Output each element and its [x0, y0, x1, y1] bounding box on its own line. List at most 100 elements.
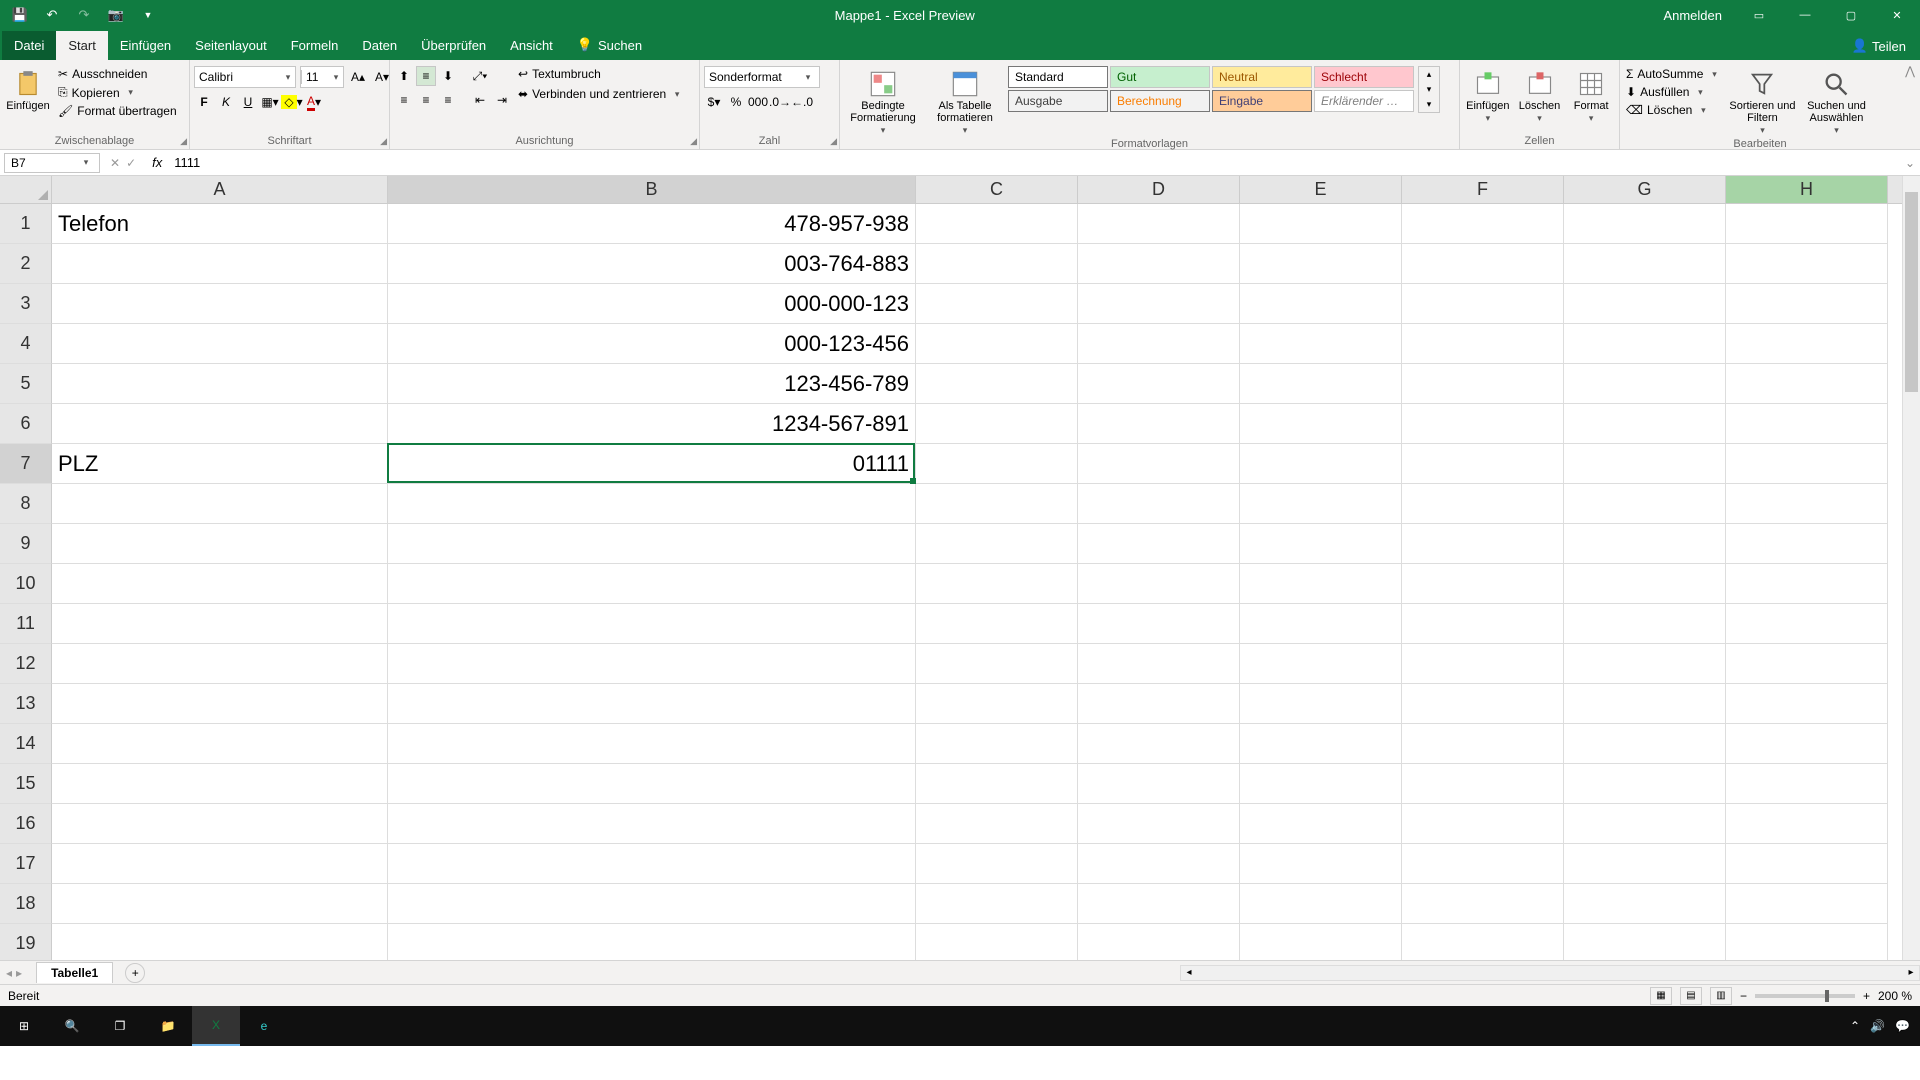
cell-G18[interactable] — [1564, 884, 1726, 924]
select-all-button[interactable] — [0, 176, 52, 204]
format-cells-button[interactable]: Format▾ — [1567, 66, 1615, 124]
cell-D18[interactable] — [1078, 884, 1240, 924]
cell-H3[interactable] — [1726, 284, 1888, 324]
cell-A4[interactable] — [52, 324, 388, 364]
cell-C6[interactable] — [916, 404, 1078, 444]
cell-F12[interactable] — [1402, 644, 1564, 684]
row-header-9[interactable]: 9 — [0, 524, 52, 564]
font-launcher[interactable]: ◢ — [380, 136, 387, 147]
underline-button[interactable]: U — [238, 92, 258, 112]
row-header-17[interactable]: 17 — [0, 844, 52, 884]
taskbar-explorer[interactable]: 📁 — [144, 1006, 192, 1046]
cell-C13[interactable] — [916, 684, 1078, 724]
cell-E1[interactable] — [1240, 204, 1402, 244]
row-header-7[interactable]: 7 — [0, 444, 52, 484]
cell-H10[interactable] — [1726, 564, 1888, 604]
cell-style-eingabe[interactable]: Eingabe — [1212, 90, 1312, 112]
number-launcher[interactable]: ◢ — [830, 136, 837, 147]
cell-G11[interactable] — [1564, 604, 1726, 644]
page-layout-view-button[interactable]: ▤ — [1680, 987, 1702, 1005]
cell-G2[interactable] — [1564, 244, 1726, 284]
fill-button[interactable]: ⬇Ausfüllen▾ — [1624, 84, 1723, 100]
cell-B1[interactable]: 478-957-938 — [388, 204, 916, 244]
cell-E9[interactable] — [1240, 524, 1402, 564]
cell-E19[interactable] — [1240, 924, 1402, 960]
cell-C12[interactable] — [916, 644, 1078, 684]
number-format-combo[interactable]: Sonderformat▾ — [704, 66, 820, 88]
cell-B4[interactable]: 000-123-456 — [388, 324, 916, 364]
cell-B11[interactable] — [388, 604, 916, 644]
cell-A6[interactable] — [52, 404, 388, 444]
horizontal-scrollbar[interactable]: ◂▸ — [1180, 965, 1920, 981]
cell-A15[interactable] — [52, 764, 388, 804]
cell-D7[interactable] — [1078, 444, 1240, 484]
cell-D17[interactable] — [1078, 844, 1240, 884]
col-header-C[interactable]: C — [916, 176, 1078, 203]
cell-C17[interactable] — [916, 844, 1078, 884]
cell-D3[interactable] — [1078, 284, 1240, 324]
cell-H18[interactable] — [1726, 884, 1888, 924]
cell-E11[interactable] — [1240, 604, 1402, 644]
cell-styles-gallery[interactable]: StandardGutNeutralSchlechtAusgabeBerechn… — [1008, 66, 1414, 112]
cell-E3[interactable] — [1240, 284, 1402, 324]
cell-G13[interactable] — [1564, 684, 1726, 724]
cell-F15[interactable] — [1402, 764, 1564, 804]
qat-undo[interactable]: ↶ — [40, 3, 64, 27]
cell-H1[interactable] — [1726, 204, 1888, 244]
cell-E10[interactable] — [1240, 564, 1402, 604]
cell-G9[interactable] — [1564, 524, 1726, 564]
cell-G12[interactable] — [1564, 644, 1726, 684]
cell-E16[interactable] — [1240, 804, 1402, 844]
vertical-scrollbar[interactable] — [1902, 176, 1920, 960]
cell-D5[interactable] — [1078, 364, 1240, 404]
enter-formula-button[interactable]: ✓ — [126, 156, 136, 170]
align-right-button[interactable]: ≡ — [438, 90, 458, 110]
cell-B16[interactable] — [388, 804, 916, 844]
cell-E8[interactable] — [1240, 484, 1402, 524]
cell-A1[interactable]: Telefon — [52, 204, 388, 244]
cell-D12[interactable] — [1078, 644, 1240, 684]
tray-action-center-icon[interactable]: 💬 — [1895, 1019, 1910, 1033]
qat-redo[interactable]: ↷ — [72, 3, 96, 27]
taskbar-search[interactable]: 🔍 — [48, 1006, 96, 1046]
cell-B15[interactable] — [388, 764, 916, 804]
tab-einfuegen[interactable]: Einfügen — [108, 31, 183, 60]
paste-button[interactable]: Einfügen — [4, 66, 52, 112]
cell-H12[interactable] — [1726, 644, 1888, 684]
cell-G1[interactable] — [1564, 204, 1726, 244]
cell-B14[interactable] — [388, 724, 916, 764]
cell-D16[interactable] — [1078, 804, 1240, 844]
cell-D6[interactable] — [1078, 404, 1240, 444]
signin-link[interactable]: Anmelden — [1649, 8, 1736, 23]
cell-A12[interactable] — [52, 644, 388, 684]
cell-A10[interactable] — [52, 564, 388, 604]
sheet-tab[interactable]: Tabelle1 — [36, 962, 113, 983]
cell-A14[interactable] — [52, 724, 388, 764]
row-header-1[interactable]: 1 — [0, 204, 52, 244]
cell-B10[interactable] — [388, 564, 916, 604]
cell-A2[interactable] — [52, 244, 388, 284]
qat-camera[interactable]: 📷 — [104, 3, 128, 27]
autosum-button[interactable]: ΣAutoSumme▾ — [1624, 66, 1723, 82]
cell-E17[interactable] — [1240, 844, 1402, 884]
taskbar-excel[interactable]: X — [192, 1006, 240, 1046]
taskbar-taskview[interactable]: ❐ — [96, 1006, 144, 1046]
align-center-button[interactable]: ≡ — [416, 90, 436, 110]
row-header-12[interactable]: 12 — [0, 644, 52, 684]
cell-H9[interactable] — [1726, 524, 1888, 564]
cell-E2[interactable] — [1240, 244, 1402, 284]
align-middle-button[interactable]: ≡ — [416, 66, 436, 86]
sheet-nav-first[interactable]: ◂ — [6, 966, 12, 980]
cell-D11[interactable] — [1078, 604, 1240, 644]
qat-save[interactable]: 💾 — [8, 3, 32, 27]
row-header-16[interactable]: 16 — [0, 804, 52, 844]
cell-E5[interactable] — [1240, 364, 1402, 404]
cell-D4[interactable] — [1078, 324, 1240, 364]
cell-H19[interactable] — [1726, 924, 1888, 960]
cell-C4[interactable] — [916, 324, 1078, 364]
styles-scroll-down[interactable]: ▾ — [1419, 82, 1439, 97]
cell-B12[interactable] — [388, 644, 916, 684]
cell-B3[interactable]: 000-000-123 — [388, 284, 916, 324]
row-header-15[interactable]: 15 — [0, 764, 52, 804]
formula-input[interactable]: 1111 — [168, 155, 1900, 170]
